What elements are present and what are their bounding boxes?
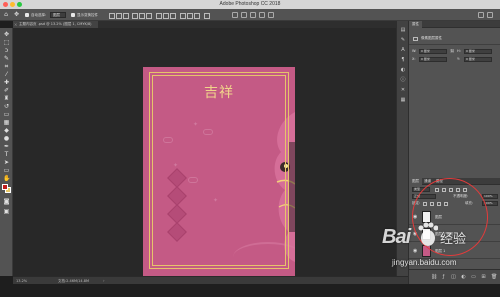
divider: [409, 44, 500, 45]
blur-tool-icon[interactable]: ◆: [3, 127, 10, 134]
app-title: Adobe Photoshop CC 2018: [219, 1, 281, 7]
options-bar: ⌂ ✥ 自动选择: 图层 显示变换控件: [0, 9, 500, 21]
quick-mask-icon[interactable]: ◙: [3, 198, 10, 205]
document-size: 文档:2.46M/14.8M: [58, 279, 89, 283]
path-select-tool-icon[interactable]: ➤: [3, 159, 10, 166]
properties-section-title: 像素图层属性: [421, 36, 442, 40]
3d-scale-icon[interactable]: [268, 12, 274, 18]
align-top-icon[interactable]: [108, 12, 115, 19]
zoom-level[interactable]: 13.2%: [16, 277, 27, 285]
width-label: W:: [412, 49, 417, 53]
auto-select-dropdown[interactable]: 图层: [50, 12, 66, 18]
quick-select-tool-icon[interactable]: ✎: [3, 55, 10, 62]
auto-select-checkbox[interactable]: [25, 13, 29, 17]
history-brush-tool-icon[interactable]: ↺: [3, 103, 10, 110]
character-panel-icon[interactable]: A: [400, 47, 406, 53]
3d-roll-icon[interactable]: [241, 12, 247, 18]
lasso-tool-icon[interactable]: ↄ: [3, 47, 10, 54]
home-icon[interactable]: ⌂: [2, 11, 10, 19]
watermark-url: jingyan.baidu.com: [392, 258, 457, 267]
move-tool-icon[interactable]: ✥: [14, 12, 21, 18]
workspace-icon[interactable]: [487, 12, 493, 18]
hand-tool-icon[interactable]: ✋: [3, 175, 10, 182]
info-panel-icon[interactable]: ⓘ: [400, 77, 406, 83]
artwork-title: 吉祥: [204, 85, 234, 101]
align-bottom-icon[interactable]: [122, 12, 129, 19]
distribute-vcenter-icon[interactable]: [162, 12, 169, 19]
watermark-brand: 经验: [440, 232, 467, 247]
auto-select-label: 自动选择:: [31, 13, 47, 17]
history-panel-icon[interactable]: ▤: [400, 27, 406, 33]
eyedropper-tool-icon[interactable]: ⁄: [3, 71, 10, 78]
3d-pan-icon[interactable]: [250, 12, 256, 18]
healing-tool-icon[interactable]: ✚: [3, 79, 10, 86]
brush-tool-icon[interactable]: ✐: [3, 87, 10, 94]
dodge-tool-icon[interactable]: ●: [3, 135, 10, 142]
shape-tool-icon[interactable]: ▭: [3, 167, 10, 174]
tab-properties[interactable]: 属性: [409, 21, 422, 28]
distribute-left-icon[interactable]: [179, 12, 186, 19]
align-right-icon[interactable]: [145, 12, 152, 19]
x-label: X:: [412, 57, 416, 61]
distribute-hcenter-icon[interactable]: [186, 12, 193, 19]
pixel-layer-icon: [413, 37, 418, 41]
clone-stamp-tool-icon[interactable]: ♜: [3, 95, 10, 102]
pen-tool-icon[interactable]: ✒: [3, 143, 10, 150]
distribute-right-icon[interactable]: [193, 12, 200, 19]
adjustments-panel-icon[interactable]: ◐: [400, 67, 406, 73]
toolbox: ✥ ⬚ ↄ ✎ ⌗ ⁄ ✚ ✐ ♜ ↺ ▭ ▦ ◆ ● ✒ T ➤ ▭ ✋ ◙ …: [0, 28, 13, 276]
gradient-tool-icon[interactable]: ▦: [3, 119, 10, 126]
y-field[interactable]: 0 厘米: [464, 57, 492, 62]
align-hcenter-icon[interactable]: [138, 12, 145, 19]
canvas-area[interactable]: ✦ ✦ ✦ 吉祥: [13, 28, 408, 276]
document-tab-title: 主题内容页 .psd @ 13.2% (图层 1, CMYK/8): [19, 22, 92, 26]
crop-tool-icon[interactable]: ⌗: [3, 63, 10, 70]
properties-panel-header: 属性: [409, 21, 500, 28]
distribute-top-icon[interactable]: [155, 12, 162, 19]
artwork[interactable]: ✦ ✦ ✦ 吉祥: [143, 67, 295, 276]
move-tool-icon[interactable]: ✥: [3, 31, 10, 38]
watermark-logo: Bai: [382, 226, 411, 248]
gold-frame-inner: [152, 75, 286, 266]
eraser-tool-icon[interactable]: ▭: [3, 111, 10, 118]
marquee-tool-icon[interactable]: ⬚: [3, 39, 10, 46]
tools-panel-icon[interactable]: ✕: [400, 87, 406, 93]
3d-slide-icon[interactable]: [259, 12, 265, 18]
distribute-bottom-icon[interactable]: [169, 12, 176, 19]
width-field[interactable]: 0 厘米: [419, 49, 447, 54]
styles-panel-icon[interactable]: ▦: [400, 97, 406, 103]
opacity-field[interactable]: 100%: [482, 194, 498, 199]
close-tab-icon[interactable]: ×: [14, 21, 17, 28]
screen-mode-icon[interactable]: ▣: [3, 208, 10, 215]
foreground-color-swatch[interactable]: [2, 184, 8, 190]
search-icon[interactable]: [478, 12, 484, 18]
paragraph-panel-icon[interactable]: ¶: [400, 57, 406, 63]
watermark: Bai 经验 jingyan.baidu.com: [382, 222, 500, 292]
height-field[interactable]: 0 厘米: [464, 49, 492, 54]
3d-orbit-icon[interactable]: [232, 12, 238, 18]
status-bar: 13.2% 文档:2.46M/14.8M ›: [13, 276, 408, 284]
title-bar: Adobe Photoshop CC 2018: [0, 0, 500, 9]
show-transform-label: 显示变换控件: [77, 13, 98, 17]
auto-align-icon[interactable]: [203, 12, 210, 19]
document-tab[interactable]: × 主题内容页 .psd @ 13.2% (图层 1, CMYK/8): [13, 21, 98, 28]
paw-logo-icon: [418, 222, 438, 246]
height-label: H:: [457, 49, 461, 53]
brush-panel-icon[interactable]: ✎: [400, 37, 406, 43]
type-tool-icon[interactable]: T: [3, 151, 10, 158]
x-field[interactable]: 0 厘米: [419, 57, 447, 62]
show-transform-checkbox[interactable]: [71, 13, 75, 17]
link-dimensions-icon[interactable]: ⛓: [450, 49, 454, 54]
align-left-icon[interactable]: [131, 12, 138, 19]
status-menu-icon[interactable]: ›: [103, 277, 105, 285]
tab-bar-empty: [98, 21, 408, 28]
y-label: Y:: [457, 57, 460, 61]
align-vcenter-icon[interactable]: [115, 12, 122, 19]
